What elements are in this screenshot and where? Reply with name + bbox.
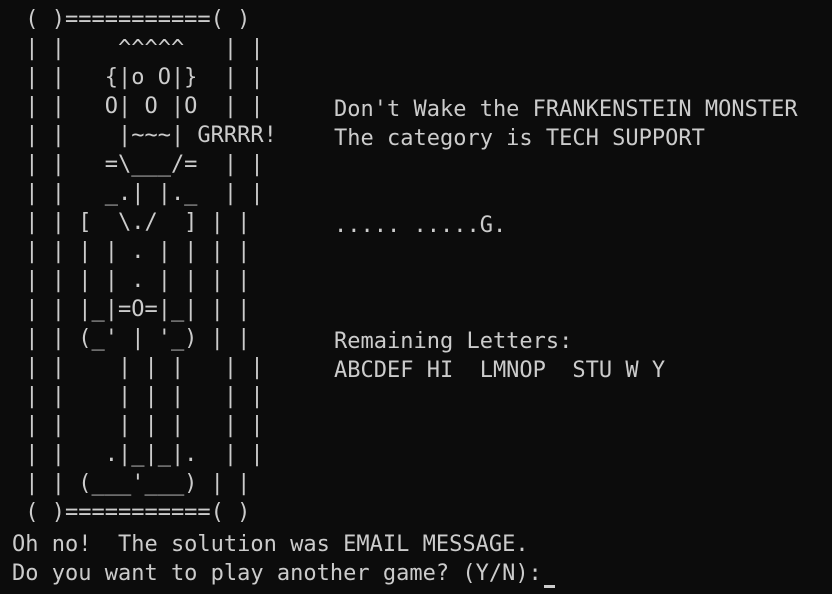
art-line-1: ( )===========( )	[12, 7, 251, 32]
puzzle-display: ..... .....G.	[334, 213, 507, 238]
terminal-window[interactable]: ( )===========( ) | | ^^^^^ | | | | {|o …	[0, 0, 832, 594]
art-line-6: | | =\___/= | |	[12, 152, 264, 177]
art-line-11: | | |_|=O=|_| | |	[12, 297, 251, 322]
text-cursor	[543, 585, 555, 588]
art-line-13: | | | | | | |	[12, 355, 264, 380]
art-line-17: | | (___'___) | |	[12, 471, 251, 496]
art-line-16: | | .|_|_|. | |	[12, 442, 264, 467]
art-line-18: ( )===========( )	[12, 500, 251, 525]
category-text: The category is TECH SUPPORT	[334, 126, 705, 151]
remaining-letters: ABCDEF HI LMNOP STU W Y	[334, 358, 666, 383]
solution-message: Oh no! The solution was EMAIL MESSAGE.	[12, 532, 529, 557]
remaining-label: Remaining Letters:	[334, 329, 573, 354]
art-line-14: | | | | | | |	[12, 384, 264, 409]
play-again-prompt[interactable]: Do you want to play another game? (Y/N):	[12, 559, 555, 588]
art-line-5: | | |~~~| GRRRR!	[12, 123, 277, 148]
art-line-8: | | [ \./ ] | |	[12, 210, 251, 235]
art-line-10: | | | | . | | | |	[12, 268, 251, 293]
art-line-4: | | O| O |O | |	[12, 94, 264, 119]
art-line-7: | | _.| |._ | |	[12, 181, 264, 206]
art-line-3: | | {|o O|} | |	[12, 65, 264, 90]
prompt-text: Do you want to play another game? (Y/N):	[12, 561, 542, 586]
art-line-9: | | | | . | | | |	[12, 239, 251, 264]
art-line-2: | | ^^^^^ | |	[12, 36, 264, 61]
art-line-12: | | (_' | '_) | |	[12, 326, 251, 351]
game-title: Don't Wake the FRANKENSTEIN MONSTER	[334, 97, 798, 122]
art-line-15: | | | | | | |	[12, 413, 264, 438]
